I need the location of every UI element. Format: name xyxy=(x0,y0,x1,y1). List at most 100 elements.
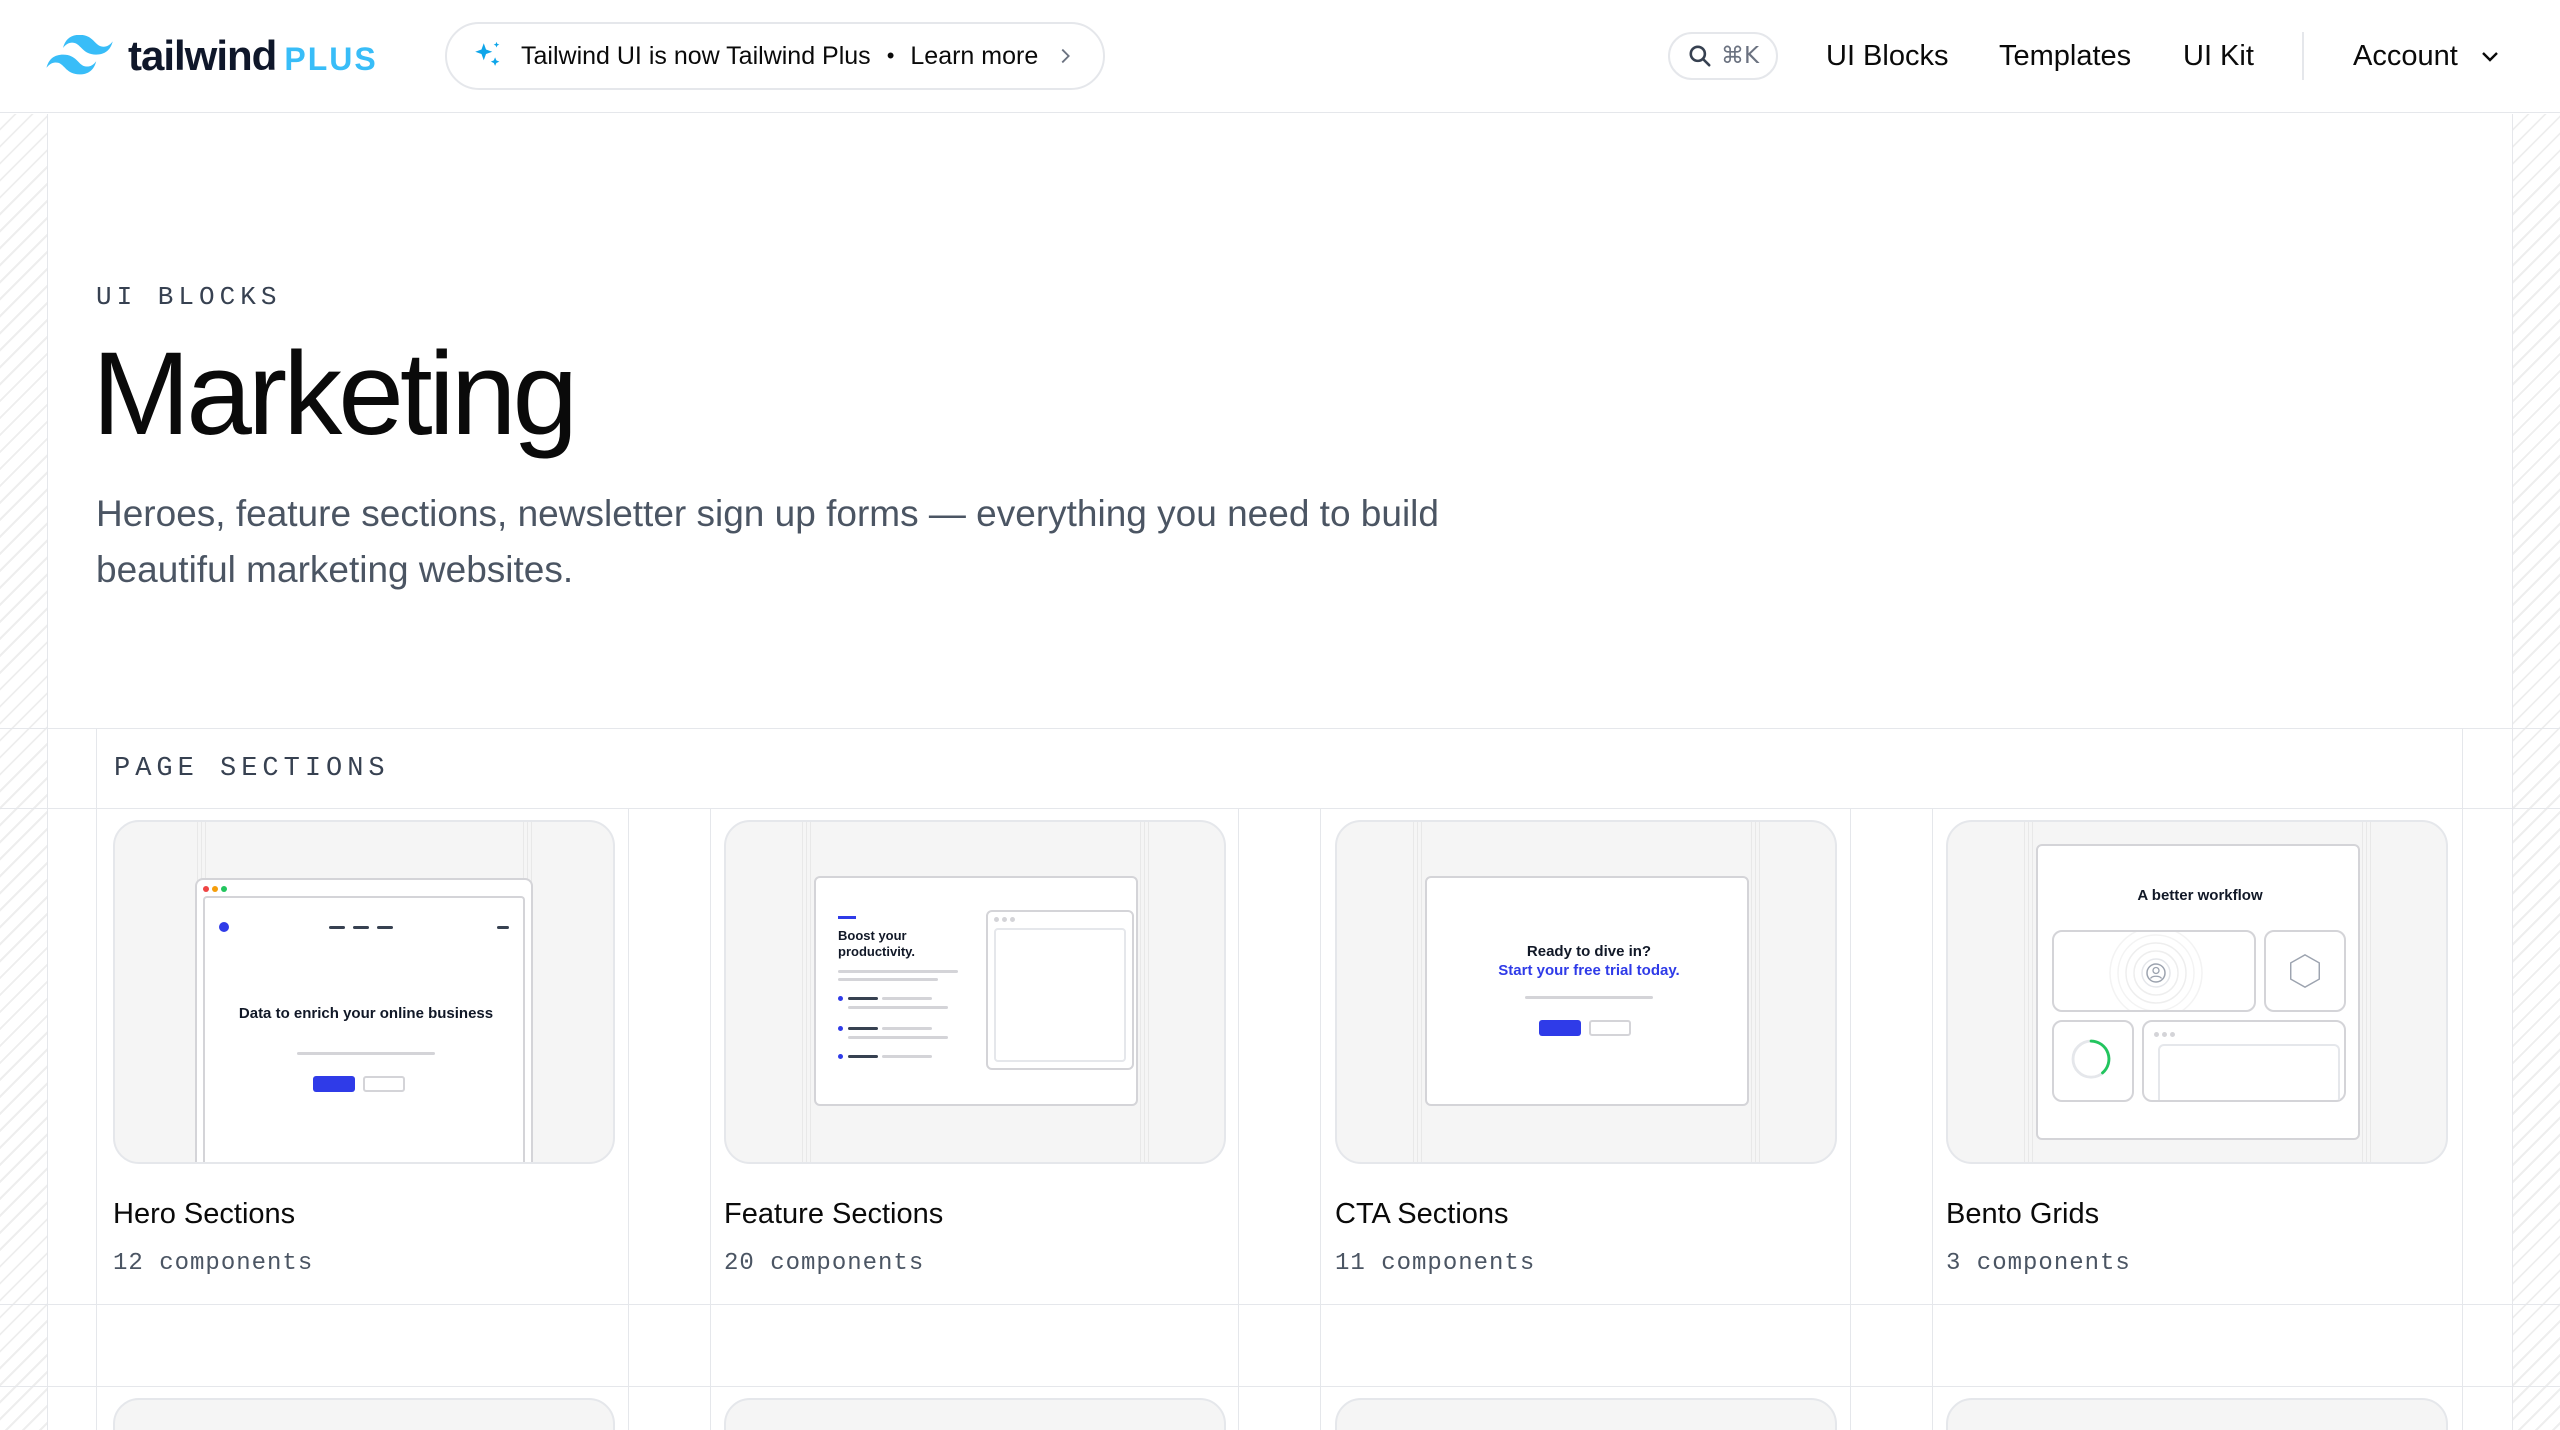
card-count: 20 components xyxy=(724,1250,925,1277)
card-thumbnail[interactable]: Data to enrich your online business xyxy=(113,820,615,1164)
thumb-rail-pattern xyxy=(802,822,814,1162)
user-circle-icon xyxy=(2109,932,2203,1010)
thumb-rail-pattern xyxy=(2362,822,2374,1162)
thumb-bullet xyxy=(838,996,843,1001)
thumb-bullet xyxy=(838,1026,843,1031)
thumb-nav-bar xyxy=(329,926,345,929)
announcement-separator: • xyxy=(886,43,895,68)
thumb-subheading: Start your free trial today. xyxy=(1498,962,1680,979)
account-label: Account xyxy=(2353,39,2458,72)
card-bento-grids[interactable]: A better workflow Bento Grids 3 componen… xyxy=(1946,820,2448,1277)
thumb-logo-dot xyxy=(219,922,229,932)
card-title[interactable]: Bento Grids xyxy=(1946,1198,2099,1231)
window-dot xyxy=(2154,1032,2159,1037)
thumb-browser-window: Boost your productivity. xyxy=(814,876,1138,1106)
learn-more-link[interactable]: Learn more xyxy=(910,42,1038,71)
search-button[interactable]: ⌘K xyxy=(1668,32,1778,80)
thumb-text-bar xyxy=(848,997,878,1000)
card-thumbnail[interactable] xyxy=(113,1398,615,1430)
card-thumbnail[interactable] xyxy=(1946,1398,2448,1430)
window-dot xyxy=(203,886,209,892)
card-feature-sections[interactable]: Boost your productivity. Feature Section… xyxy=(724,820,1226,1277)
thumb-rail-pattern xyxy=(1413,822,1425,1162)
card-thumbnail[interactable]: A better workflow xyxy=(1946,820,2448,1164)
grid-line xyxy=(1850,808,1851,1430)
thumb-browser-window: A better workflow xyxy=(2036,844,2360,1140)
thumb-text-bar xyxy=(848,1006,948,1009)
logo-plus-mark: PLUS xyxy=(284,40,378,77)
window-dot xyxy=(1010,917,1015,922)
thumb-text-bar xyxy=(882,1055,932,1058)
bento-tile-small xyxy=(2264,930,2346,1012)
card-thumbnail[interactable]: Boost your productivity. xyxy=(724,820,1226,1164)
thumb-screenshot-frame xyxy=(986,910,1134,1070)
card-cta-sections[interactable]: Ready to dive in? Start your free trial … xyxy=(1335,820,1837,1277)
grid-line xyxy=(2462,728,2463,1430)
top-navbar: tailwind PLUS Tailwind UI is now Tailwin… xyxy=(0,0,2560,113)
card-title[interactable]: CTA Sections xyxy=(1335,1198,1509,1231)
nav-templates[interactable]: Templates xyxy=(1999,30,2131,82)
window-dot xyxy=(994,917,999,922)
announcement-text: Tailwind UI is now Tailwind Plus xyxy=(521,41,871,70)
thumb-bullet xyxy=(838,1054,843,1059)
nav-ui-kit[interactable]: UI Kit xyxy=(2183,30,2254,82)
card-thumbnail[interactable] xyxy=(1335,1398,1837,1430)
thumb-rail-pattern xyxy=(1751,822,1763,1162)
cube-icon xyxy=(2290,954,2320,988)
bento-tile-large xyxy=(2052,930,2256,1012)
tailwind-plus-logo[interactable]: tailwind PLUS xyxy=(46,30,378,82)
thumb-text-bar xyxy=(1525,996,1653,999)
thumb-inner-frame xyxy=(2158,1044,2340,1100)
card-title[interactable]: Hero Sections xyxy=(113,1198,295,1231)
grid-line xyxy=(1932,808,1933,1430)
card-count: 11 components xyxy=(1335,1250,1536,1277)
thumb-secondary-button xyxy=(1589,1020,1631,1036)
bento-tile-wide xyxy=(2142,1020,2346,1102)
card-count: 12 components xyxy=(113,1250,314,1277)
grid-line xyxy=(1238,808,1239,1430)
progress-ring-icon xyxy=(2071,1039,2111,1079)
tailwind-logo-icon xyxy=(46,35,113,75)
nav-ui-blocks[interactable]: UI Blocks xyxy=(1826,30,1948,82)
account-menu[interactable]: Account xyxy=(2353,30,2502,82)
thumb-heading: Boost your productivity. xyxy=(838,928,916,959)
thumb-text-bar xyxy=(838,970,958,973)
thumb-heading: A better workflow xyxy=(2137,887,2263,904)
window-dot xyxy=(2162,1032,2167,1037)
page-description: Heroes, feature sections, newsletter sig… xyxy=(96,493,1439,590)
thumb-inner-frame xyxy=(203,896,525,1162)
grid-line xyxy=(710,808,711,1430)
window-dot xyxy=(2170,1032,2175,1037)
thumb-browser-window: Ready to dive in? Start your free trial … xyxy=(1425,876,1749,1106)
thumb-text-bar xyxy=(848,1027,878,1030)
search-shortcut: ⌘K xyxy=(1720,43,1760,69)
card-thumbnail[interactable] xyxy=(724,1398,1226,1430)
window-dot xyxy=(221,886,227,892)
card-count: 3 components xyxy=(1946,1250,2131,1277)
card-hero-sections[interactable]: Data to enrich your online business Hero… xyxy=(113,820,615,1277)
search-icon xyxy=(1689,45,1711,67)
thumb-text-bar xyxy=(882,1027,932,1030)
thumb-accent-bar xyxy=(838,916,856,919)
thumb-secondary-button xyxy=(363,1076,405,1092)
left-gutter-pattern xyxy=(0,114,48,1430)
grid-line xyxy=(0,1386,2560,1387)
announcement-pill[interactable]: Tailwind UI is now Tailwind Plus • Learn… xyxy=(445,22,1105,90)
card-title[interactable]: Feature Sections xyxy=(724,1198,943,1231)
thumb-text-bar xyxy=(848,1055,878,1058)
thumb-rail-pattern xyxy=(2024,822,2036,1162)
grid-line xyxy=(628,808,629,1430)
thumb-nav-bar xyxy=(377,926,393,929)
grid-line xyxy=(0,808,2560,809)
card-thumbnail[interactable]: Ready to dive in? Start your free trial … xyxy=(1335,820,1837,1164)
grid-line xyxy=(0,728,2560,729)
page-title: Marketing xyxy=(92,328,578,460)
chevron-down-icon xyxy=(2481,52,2498,62)
grid-line xyxy=(1320,808,1321,1430)
thumb-heading: Ready to dive in? xyxy=(1526,943,1652,960)
thumb-primary-button xyxy=(313,1076,355,1092)
grid-line xyxy=(96,728,97,1430)
thumb-rail-pattern xyxy=(1140,822,1152,1162)
page-eyebrow: UI BLOCKS xyxy=(96,282,282,312)
section-label: PAGE SECTIONS xyxy=(114,754,390,784)
